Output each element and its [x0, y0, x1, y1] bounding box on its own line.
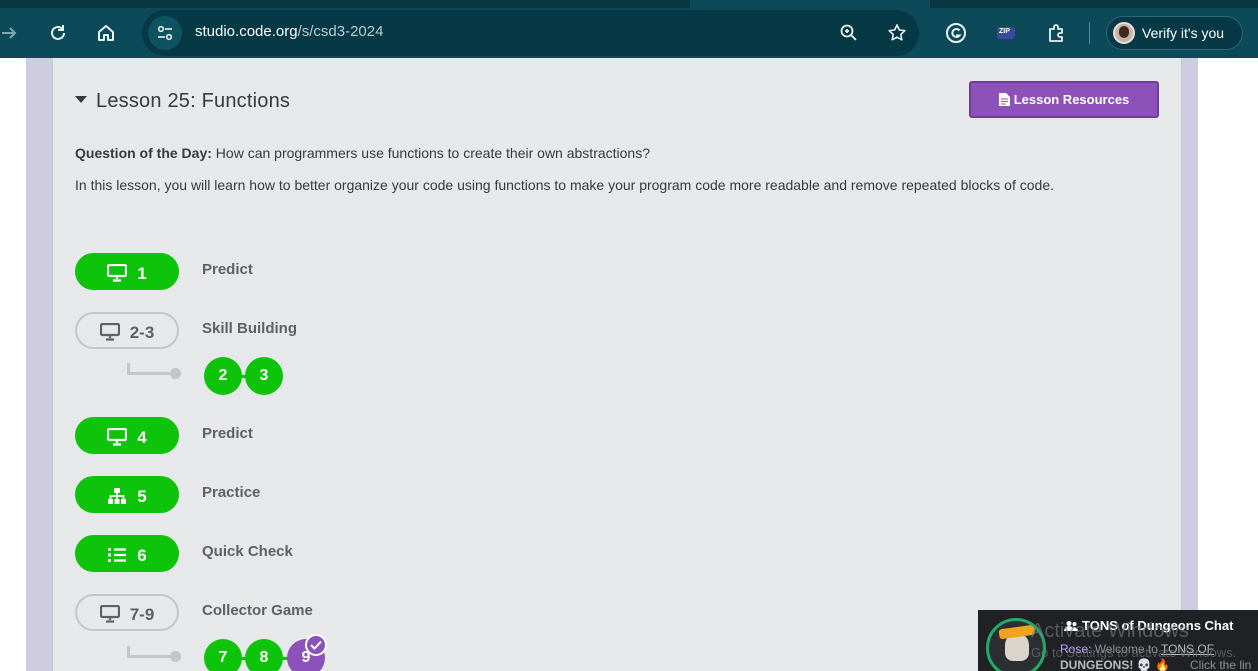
question-text: How can programmers use functions to cre… — [211, 145, 651, 161]
zip-label: ZIP — [999, 28, 1010, 35]
home-button[interactable] — [91, 18, 121, 48]
forward-button[interactable] — [0, 18, 24, 48]
level-bubble-3[interactable]: 3 — [245, 357, 283, 395]
lesson-card: Lesson 25: Functions Lesson Resources Qu… — [52, 58, 1182, 671]
level-bubble-6[interactable]: 6 — [75, 535, 179, 572]
level-bubble-7[interactable]: 7 — [204, 639, 242, 671]
level-group-7-9[interactable]: 7-9 — [75, 594, 179, 631]
list-icon — [108, 548, 127, 562]
lesson-description: In this lesson, you will learn how to be… — [75, 177, 1054, 193]
level-number: 1 — [137, 264, 147, 283]
sublevel-connector — [127, 646, 181, 662]
windows-activation-watermark: Activate Windows — [1031, 620, 1189, 642]
lesson-title: Lesson 25: Functions — [96, 90, 291, 112]
level-bubble-4[interactable]: 4 — [75, 417, 179, 454]
monitor-icon — [107, 427, 128, 446]
activity-name[interactable]: Predict — [202, 261, 253, 278]
tab-strip — [0, 0, 1258, 8]
level-group-2-3[interactable]: 2-3 — [75, 312, 179, 349]
profile-button[interactable]: Verify it's you — [1106, 16, 1243, 50]
monitor-icon — [99, 604, 120, 623]
sublevel-connector — [127, 363, 181, 379]
document-icon — [998, 93, 1010, 106]
monitor-icon — [107, 263, 128, 282]
arrow-right-icon — [2, 27, 17, 39]
monitor-icon — [99, 322, 120, 341]
reload-icon — [51, 25, 65, 40]
activity-name[interactable]: Practice — [202, 484, 260, 501]
zoom-icon[interactable] — [838, 22, 860, 44]
activity-name[interactable]: Collector Game — [202, 602, 313, 619]
level-bubble-2[interactable]: 2 — [204, 357, 242, 395]
home-icon — [98, 25, 114, 41]
activity-name[interactable]: Quick Check — [202, 543, 293, 560]
address-bar[interactable]: studio.code.org/s/csd3-2024 — [142, 10, 919, 56]
tune-icon — [157, 25, 173, 41]
level-bubble-5[interactable]: 5 — [75, 476, 179, 513]
toolbar-divider — [1089, 22, 1090, 44]
level-number: 2-3 — [129, 323, 155, 342]
lesson-toggle[interactable]: Lesson 25: Functions — [75, 90, 290, 113]
sitemap-icon — [108, 488, 127, 504]
url-host: studio.code.org — [195, 23, 298, 40]
reload-button[interactable] — [43, 18, 73, 48]
caret-down-icon — [75, 96, 87, 103]
site-info-button[interactable] — [148, 16, 182, 50]
activity-name[interactable]: Predict — [202, 425, 253, 442]
url-path: /s/csd3-2024 — [297, 23, 384, 40]
browser-toolbar: studio.code.org/s/csd3-2024 ZIP Verify i… — [0, 0, 1258, 58]
level-bubble-1[interactable]: 1 — [75, 253, 179, 290]
level-number: 6 — [137, 546, 147, 565]
zip-extension-icon[interactable]: ZIP — [994, 21, 1018, 45]
lesson-resources-label: Lesson Resources — [1013, 92, 1130, 107]
profile-label: Verify it's you — [1142, 25, 1225, 41]
level-number: 4 — [137, 428, 147, 447]
active-tab-edge — [690, 0, 930, 8]
level-number: 5 — [137, 487, 147, 506]
bookmark-star-icon[interactable] — [886, 22, 908, 44]
level-number: 7-9 — [129, 605, 155, 624]
avatar — [1113, 22, 1135, 44]
grammarly-icon[interactable] — [944, 21, 968, 45]
question-of-the-day: Question of the Day: How can programmers… — [75, 145, 650, 161]
extensions-puzzle-icon[interactable] — [1045, 21, 1069, 45]
url-text[interactable]: studio.code.org/s/csd3-2024 — [195, 23, 383, 40]
activity-name[interactable]: Skill Building — [202, 320, 297, 337]
windows-activation-hint: Go to Settings to activate Windows. — [1031, 645, 1237, 660]
lesson-resources-button[interactable]: Lesson Resources — [969, 81, 1159, 118]
question-label: Question of the Day: — [75, 145, 212, 161]
level-bubble-8[interactable]: 8 — [245, 639, 283, 671]
current-level-check-icon — [305, 634, 327, 656]
